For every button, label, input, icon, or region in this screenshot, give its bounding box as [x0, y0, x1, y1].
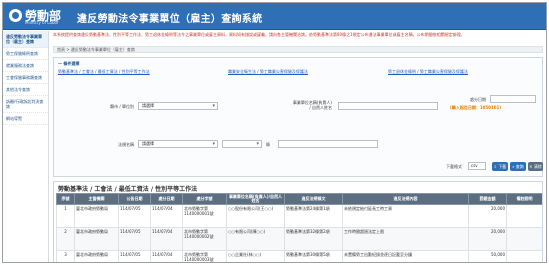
- page-frame: 勞動部 Ministry of Labor 違反勞動法令事業單位（雇主）查詢系統…: [2, 2, 547, 263]
- cell-no: 2: [56, 227, 75, 251]
- query-button[interactable]: ⌕ 查詢: [510, 162, 526, 171]
- law-category-links: 勞動基準法 / 工會法 / 最低工資法 / 性別平等工作法 職業安全衛生法 / …: [58, 69, 540, 76]
- cell-content: 工作時間超過法定上限: [342, 227, 469, 251]
- cell-amount: 20,000: [468, 227, 507, 251]
- clear-button[interactable]: ✕ 清除: [528, 162, 543, 171]
- format-label: 下載格式: [446, 164, 462, 169]
- link-labor-standards[interactable]: 勞動基準法 / 工會法 / 最低工資法 / 性別平等工作法: [58, 69, 150, 75]
- table-row: 2 臺北市政府勞動局 114/07/05 114/07/04 北市勞動字第114…: [56, 227, 542, 251]
- name-label: 事業單位名稱(負責人) / 自然人姓名: [292, 100, 332, 110]
- query-label: 查詢: [515, 164, 524, 169]
- cell-pub-date: 114/07/05: [118, 204, 151, 228]
- site-header: 勞動部 Ministry of Labor 違反勞動法令事業單位（雇主）查詢系統: [3, 3, 546, 30]
- table-header-row: 序號 主管機關 公告日期 處分日期 處分字號 事業單位名稱(負責人)/自然人姓名…: [56, 193, 542, 205]
- link-occupational-safety[interactable]: 職業安全衛生法 / 勞工職業災害保險及保護法: [228, 69, 308, 75]
- date-hint: (輸入起迄日期：1050101): [450, 105, 502, 110]
- cell-article: 勞動基準法第24條第1項: [284, 204, 343, 228]
- format-select[interactable]: csv: [468, 162, 486, 170]
- cell-company: ○○股份有限公司(王○○): [226, 204, 285, 228]
- panel-title: 一 條件選擇: [58, 61, 80, 66]
- col-header[interactable]: 序號: [56, 193, 75, 205]
- cell-doc-no: 北市勞動字第1140000001號: [182, 204, 227, 228]
- sidebar-item-labor-insurance[interactable]: 勞工保險條例查詢: [3, 48, 48, 60]
- col-header[interactable]: 違反法規條文: [284, 193, 343, 205]
- download-label: 下載: [498, 164, 507, 169]
- cell-doc-no: 北市勞動字第1140000002號: [182, 227, 227, 251]
- cell-no: 1: [56, 204, 75, 228]
- cell-company: ○○企業社(林○○): [226, 250, 285, 262]
- col-header[interactable]: 處分日期: [150, 193, 183, 205]
- col-header[interactable]: 主管機關: [74, 193, 119, 205]
- cell-pub-date: 114/07/05: [118, 250, 151, 262]
- cell-amount: 20,000: [468, 204, 507, 228]
- col-header[interactable]: 違反法規內容: [342, 193, 469, 205]
- region-label: 縣市 / 單位別: [110, 104, 134, 109]
- results-title: 勞動基準法 / 工會法 / 最低工資法 / 性別平等工作法: [58, 186, 198, 193]
- cell-pen-date: 114/07/04: [150, 250, 183, 262]
- sidebar-item-sitemap[interactable]: 網站導覽: [3, 113, 48, 125]
- cell-remark: [506, 250, 542, 262]
- law-label: 法規名稱: [118, 142, 134, 147]
- site-title: 違反勞動法令事業單位（雇主）查詢系統: [77, 14, 263, 25]
- name-input[interactable]: [338, 102, 438, 110]
- download-button[interactable]: ⇩ 下載: [492, 162, 508, 171]
- sidebar: 違反勞動法令事業單位（雇主）查詢 勞工保險條例查詢 就業服務法查詢 工會保險事務…: [3, 31, 49, 262]
- search-icon: ⌕: [512, 164, 515, 169]
- date-label: 處分日期: [470, 97, 486, 102]
- col-header[interactable]: 備註說明: [506, 193, 542, 205]
- col-header[interactable]: 處分字號: [182, 193, 227, 205]
- cell-article: 勞動基準法第30條第5項: [284, 250, 343, 262]
- cell-pen-date: 114/07/04: [150, 204, 183, 228]
- download-icon: ⇩: [493, 164, 498, 169]
- col-header[interactable]: 罰鍰金額: [468, 193, 507, 205]
- cell-authority: 臺北市政府勞動局: [74, 204, 119, 228]
- main-content: 本系統提供查詢違反勞動基準法、性別平等工作法、勞工退休金條例等法令之事業單位或雇…: [51, 31, 545, 262]
- cell-content: 未置備勞工出勤紀錄並逐日記載至分鐘: [342, 250, 469, 262]
- article-input[interactable]: [278, 140, 378, 148]
- cell-remark: [506, 204, 542, 228]
- sidebar-item-other-laws[interactable]: 其他法令查詢: [3, 84, 48, 96]
- cell-article: 勞動基準法第32條第2項: [284, 227, 343, 251]
- cell-company: ○○有限公司(陳○○): [226, 227, 285, 251]
- search-toolbar: 下載格式 csv ⇩ 下載 ⌕ 查詢 ✕ 清除: [54, 162, 543, 172]
- results-panel: 勞動基準法 / 工會法 / 最低工資法 / 性別平等工作法 序號 主管機關 公告…: [53, 181, 543, 262]
- cell-authority: 臺北市政府勞動局: [74, 250, 119, 262]
- notice-text: 本系統提供查詢違反勞動基準法、性別平等工作法、勞工退休金條例等法令之事業單位或雇…: [53, 32, 465, 37]
- sidebar-item-appeals[interactable]: 訴願/行政訴訟判決查詢: [3, 96, 48, 113]
- breadcrumb: 首頁 > 違反勞動法令事業單位（雇主）查詢: [53, 46, 543, 53]
- law-select[interactable]: 請選擇: [138, 140, 218, 148]
- sidebar-item-violations[interactable]: 違反勞動法令事業單位（雇主）查詢: [3, 31, 48, 48]
- logo-emblem-icon: [9, 9, 22, 22]
- clear-icon: ✕: [529, 164, 533, 169]
- logo-subtitle: Ministry of Labor: [25, 20, 59, 25]
- col-header[interactable]: 公告日期: [118, 193, 151, 205]
- table-row: 3 臺北市政府勞動局 114/07/05 114/07/04 北市勞動字第114…: [56, 250, 542, 262]
- law-subselect[interactable]: [222, 140, 262, 148]
- table-row: 1 臺北市政府勞動局 114/07/05 114/07/04 北市勞動字第114…: [56, 204, 542, 228]
- cell-doc-no: 北市勞動字第1140000003號: [182, 250, 227, 262]
- search-panel: 一 條件選擇 勞動基準法 / 工會法 / 最低工資法 / 性別平等工作法 職業安…: [53, 57, 543, 177]
- link-labor-pension[interactable]: 勞工退休金條例 / 勞工職業災害保險及保護法: [388, 69, 468, 75]
- col-header[interactable]: 事業單位名稱(負責人)/自然人姓名: [226, 193, 285, 205]
- cell-no: 3: [56, 250, 75, 262]
- cell-content: 未依規定給付延長工時工資: [342, 204, 469, 228]
- article-label: 條: [266, 142, 270, 147]
- ministry-logo[interactable]: 勞動部 Ministry of Labor: [9, 7, 69, 26]
- cell-pub-date: 114/07/05: [118, 227, 151, 251]
- region-select[interactable]: 請選擇: [138, 102, 218, 110]
- cell-pen-date: 114/07/04: [150, 227, 183, 251]
- cell-authority: 臺北市政府勞動局: [74, 227, 119, 251]
- sidebar-item-union-insurance[interactable]: 工會保險事務類查詢: [3, 72, 48, 84]
- clear-label: 清除: [533, 164, 542, 169]
- results-table: 序號 主管機關 公告日期 處分日期 處分字號 事業單位名稱(負責人)/自然人姓名…: [56, 193, 542, 262]
- cell-remark: [506, 227, 542, 251]
- cell-amount: 50,000: [468, 250, 507, 262]
- sidebar-item-employment-service[interactable]: 就業服務法查詢: [3, 60, 48, 72]
- date-start-input[interactable]: [490, 95, 536, 103]
